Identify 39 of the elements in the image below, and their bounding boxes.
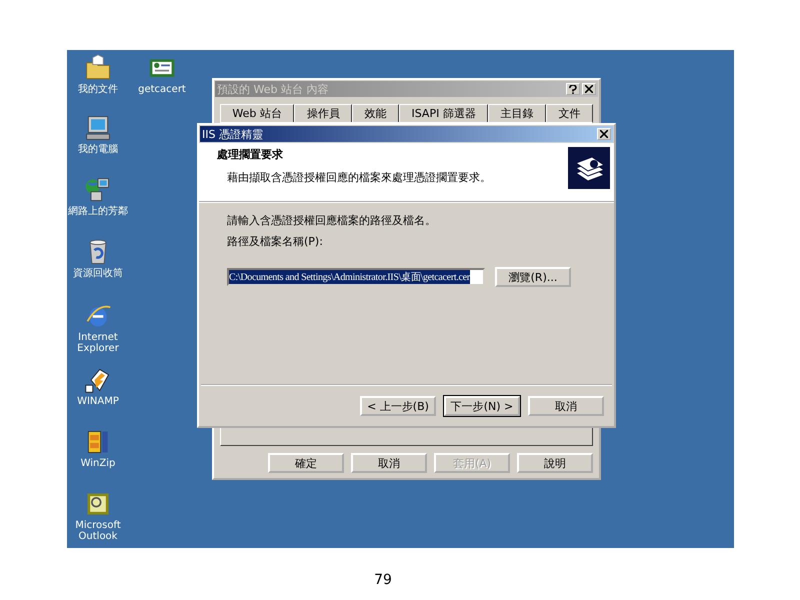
wizard-button[interactable]: 下一步(N) >	[444, 396, 520, 416]
browse-button[interactable]: 瀏覽(R)...	[495, 267, 571, 287]
icon-label[interactable]: getcacert	[131, 84, 193, 95]
tab[interactable]: ISAPI 篩選器	[399, 104, 488, 122]
icon-label[interactable]: 我的電腦	[67, 144, 129, 155]
window-title: 預設的 Web 站台 內容	[217, 82, 328, 96]
lightning-icon[interactable]	[84, 366, 112, 394]
icon-label[interactable]: 我的文件	[67, 84, 129, 95]
path-label: 路徑及檔案名稱(P):	[227, 234, 324, 249]
computer-icon[interactable]	[84, 114, 112, 142]
tab[interactable]: 文件	[546, 104, 593, 122]
close-icon	[600, 130, 608, 138]
question-icon	[569, 84, 577, 94]
page-number: 79	[373, 572, 393, 588]
dialog-button[interactable]: 說明	[517, 453, 593, 473]
wizard-heading: 處理擱置要求	[217, 147, 284, 162]
folder-icon[interactable]	[84, 54, 112, 82]
path-field[interactable]: C:\Documents and Settings\Administrator.IIS\桌面\getcacert.cer	[227, 268, 485, 286]
wizard-button[interactable]: 取消	[528, 396, 604, 416]
close-button[interactable]	[597, 128, 611, 140]
network-icon[interactable]	[84, 176, 112, 204]
tab[interactable]: Web 站台	[220, 104, 294, 122]
tab[interactable]: 操作員	[294, 104, 352, 122]
wizard-subheading: 藉由擷取含憑證授權回應的檔案來處理憑證擱置要求。	[226, 170, 491, 185]
wizard-button[interactable]: < 上一步(B)	[360, 396, 436, 416]
window-title: IIS 憑證精靈	[202, 126, 263, 142]
icon-label[interactable]: Microsoft Outlook	[67, 520, 129, 542]
icon-label[interactable]: WINAMP	[67, 396, 129, 407]
dialog-button[interactable]: 確定	[268, 453, 344, 473]
certificates-icon	[568, 147, 610, 189]
tab[interactable]: 主目錄	[488, 104, 546, 122]
icon-label[interactable]: WinZip	[67, 458, 129, 469]
tab[interactable]: 效能	[352, 104, 400, 122]
instruction-text: 請輸入含憑證授權回應檔案的路徑及檔名。	[227, 213, 437, 228]
icon-label[interactable]: 資源回收筒	[67, 268, 129, 279]
icon-label[interactable]: 網路上的芳鄰	[67, 206, 129, 217]
icon-label[interactable]: Internet Explorer	[67, 332, 129, 354]
dialog-button[interactable]: 取消	[351, 453, 427, 473]
close-icon	[585, 85, 593, 93]
